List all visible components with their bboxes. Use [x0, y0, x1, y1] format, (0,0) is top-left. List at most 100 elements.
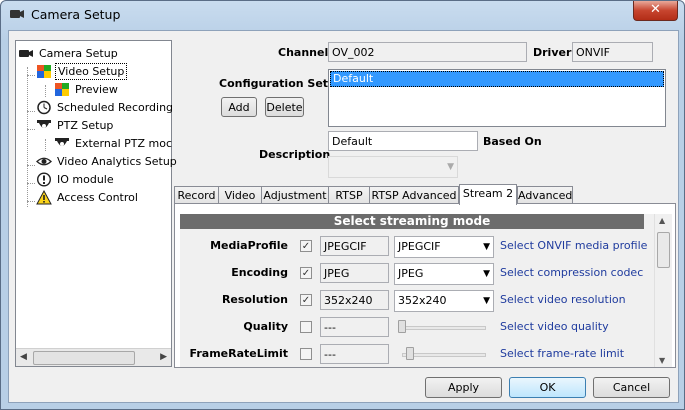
- tree-item-label: Preview: [75, 83, 118, 96]
- section-header: Select streaming mode: [180, 214, 644, 229]
- selected-value: JPEGCIF: [398, 240, 441, 253]
- dialog-client: Camera Setup Video Setup Preview Schedul…: [8, 30, 679, 403]
- tab-stream-2[interactable]: Stream 2: [459, 184, 517, 205]
- clock-icon: [37, 100, 51, 115]
- warning-icon: [36, 190, 52, 205]
- video-setup-icon: [37, 65, 51, 78]
- close-button[interactable]: ✕: [633, 1, 678, 21]
- stream-settings-area: Select streaming mode MediaProfile ✓ JPE…: [180, 214, 654, 367]
- selected-value: JPEG: [398, 267, 424, 280]
- tree-item-label: External PTZ moc: [75, 137, 173, 150]
- camera-icon: [10, 10, 24, 18]
- tree-item-label: PTZ Setup: [57, 119, 114, 132]
- chevron-down-icon: ▼: [447, 162, 454, 172]
- stream-2-panel: Select streaming mode MediaProfile ✓ JPE…: [174, 203, 676, 368]
- alert-circle-icon: [36, 172, 52, 187]
- current-value: ---: [320, 344, 389, 364]
- tab-rtsp[interactable]: RTSP: [328, 186, 370, 204]
- driver-label: Driver: [533, 46, 572, 59]
- tree-item-label: Access Control: [57, 191, 138, 204]
- current-value: JPEGCIF: [320, 236, 389, 256]
- configuration-sets-label: Configuration Sets: [219, 77, 335, 90]
- apply-button[interactable]: Apply: [425, 377, 502, 398]
- scroll-down-icon[interactable]: ▼: [659, 356, 665, 365]
- channel-field: OV_002: [328, 42, 527, 62]
- title-bar: Camera Setup ✕: [1, 1, 684, 29]
- encoding-select[interactable]: JPEG ▼: [394, 263, 494, 285]
- stream-vertical-scrollbar[interactable]: ▲ ▼: [654, 214, 672, 367]
- row-label: MediaProfile: [210, 239, 288, 252]
- cancel-button[interactable]: Cancel: [593, 377, 670, 398]
- media-profile-checkbox[interactable]: ✓: [300, 240, 312, 252]
- row-hint: Select ONVIF media profile: [500, 239, 648, 252]
- configuration-sets-list[interactable]: Default: [328, 69, 666, 127]
- scrollbar-thumb[interactable]: [33, 351, 135, 365]
- based-on-select[interactable]: ▼: [328, 156, 458, 178]
- scroll-left-icon[interactable]: ◀: [20, 352, 27, 362]
- tab-rtsp-advanced[interactable]: RTSP Advanced: [369, 186, 459, 204]
- frame-rate-limit-row: FrameRateLimit --- Select frame-rate lim…: [180, 344, 650, 366]
- current-value: JPEG: [320, 263, 389, 283]
- slider-thumb[interactable]: [406, 347, 414, 360]
- frame-rate-limit-slider[interactable]: [398, 346, 488, 362]
- setup-tree[interactable]: Camera Setup Video Setup Preview Schedul…: [15, 40, 177, 367]
- camera-icon: [19, 50, 33, 57]
- channel-label: Channel: [278, 46, 329, 59]
- scroll-right-icon[interactable]: ▶: [160, 352, 167, 362]
- quality-row: Quality --- Select video quality: [180, 317, 650, 339]
- tree-horizontal-scrollbar[interactable]: ◀ ▶: [16, 348, 171, 366]
- tree-item-label: Camera Setup: [39, 47, 118, 60]
- tab-adjustment[interactable]: Adjustment: [261, 186, 329, 204]
- tree-item-label: IO module: [57, 173, 114, 186]
- row-label: FrameRateLimit: [189, 347, 288, 360]
- media-profile-row: MediaProfile ✓ JPEGCIF JPEGCIF ▼ Select …: [180, 236, 650, 258]
- window-title: Camera Setup: [31, 7, 121, 22]
- tree-item-label: Video Analytics Setup: [57, 155, 177, 168]
- selected-value: 352x240: [398, 294, 447, 307]
- row-hint: Select frame-rate limit: [500, 347, 625, 360]
- tree-item-label: Video Setup: [55, 63, 128, 80]
- scrollbar-thumb[interactable]: [657, 232, 670, 268]
- slider-track: [402, 326, 486, 330]
- row-hint: Select video resolution: [500, 293, 626, 306]
- ptz-camera-icon: [55, 138, 69, 146]
- add-button[interactable]: Add: [221, 97, 257, 117]
- encoding-row: Encoding ✓ JPEG JPEG ▼ Select compressio…: [180, 263, 650, 285]
- row-hint: Select compression codec: [500, 266, 644, 279]
- row-label: Resolution: [221, 293, 288, 306]
- current-value: 352x240: [320, 290, 389, 310]
- list-item[interactable]: Default: [330, 71, 664, 87]
- chevron-down-icon: ▼: [483, 296, 490, 306]
- driver-field: ONVIF: [572, 42, 653, 62]
- scroll-up-icon[interactable]: ▲: [659, 216, 665, 225]
- delete-button[interactable]: Delete: [265, 97, 304, 117]
- resolution-row: Resolution ✓ 352x240 352x240 ▼ Select vi…: [180, 290, 650, 312]
- chevron-down-icon: ▼: [483, 269, 490, 279]
- ok-button[interactable]: OK: [509, 377, 586, 398]
- description-field[interactable]: Default: [328, 131, 478, 151]
- tab-record[interactable]: Record: [174, 186, 219, 204]
- tab-video[interactable]: Video: [218, 186, 262, 204]
- current-value: ---: [320, 317, 389, 337]
- tree-item-label: Scheduled Recording: [57, 101, 174, 114]
- row-hint: Select video quality: [500, 320, 609, 333]
- eye-icon: [36, 157, 52, 166]
- resolution-select[interactable]: 352x240 ▼: [394, 290, 494, 312]
- description-label: Description: [259, 148, 331, 161]
- encoding-checkbox[interactable]: ✓: [300, 267, 312, 279]
- camera-setup-window: Camera Setup ✕ Camera Setup Video Setup: [0, 0, 685, 410]
- row-label: Quality: [243, 320, 288, 333]
- quality-checkbox[interactable]: [300, 321, 312, 333]
- quality-slider[interactable]: [398, 319, 488, 335]
- tab-advanced[interactable]: Advanced: [517, 186, 573, 204]
- row-label: Encoding: [231, 266, 288, 279]
- frame-rate-limit-checkbox[interactable]: [300, 348, 312, 360]
- chevron-down-icon: ▼: [483, 242, 490, 252]
- based-on-label: Based On: [483, 135, 542, 148]
- resolution-checkbox[interactable]: ✓: [300, 294, 312, 306]
- slider-track: [402, 353, 486, 357]
- slider-thumb[interactable]: [398, 320, 406, 333]
- media-profile-select[interactable]: JPEGCIF ▼: [394, 236, 494, 258]
- ptz-camera-icon: [37, 120, 51, 128]
- preview-icon: [55, 83, 69, 96]
